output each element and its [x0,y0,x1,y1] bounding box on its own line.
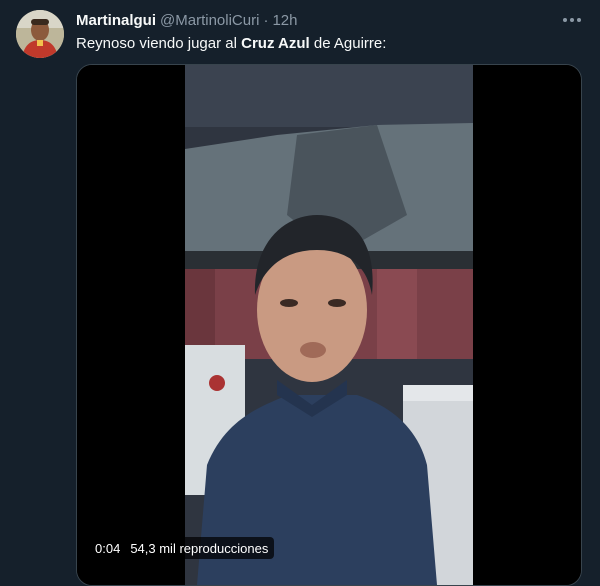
author-name[interactable]: Martinalgui [76,12,156,29]
avatar-image [16,10,64,58]
more-horizontal-icon [563,18,567,22]
tweet-text-bold: Cruz Azul [241,35,310,52]
more-dot [577,18,581,22]
tweet-text-after: de Aguirre: [309,35,387,52]
video-controls[interactable]: 0:04 54,3 mil reproducciones [89,537,275,559]
tweet-text-before: Reynoso viendo jugar al [76,35,242,52]
video-frame [77,65,581,585]
video-view-count: 54,3 mil reproducciones [130,540,269,556]
more-dot [570,18,574,22]
separator-dot: · [263,11,269,29]
author-handle[interactable]: @MartinoliCuri [160,12,259,29]
tweet[interactable]: Martinalgui @MartinoliCuri · 12h Reynoso… [0,0,600,586]
video-elapsed-time: 0:04 [95,540,121,556]
tweet-header: Martinalgui @MartinoliCuri · 12h [76,10,297,30]
tweet-text: Reynoso viendo jugar al Cruz Azul de Agu… [76,34,386,54]
video-player[interactable]: 0:04 54,3 mil reproducciones [76,64,582,586]
more-options-button[interactable] [558,8,586,32]
tweet-time[interactable]: 12h [272,12,297,29]
author-avatar[interactable] [16,10,64,58]
